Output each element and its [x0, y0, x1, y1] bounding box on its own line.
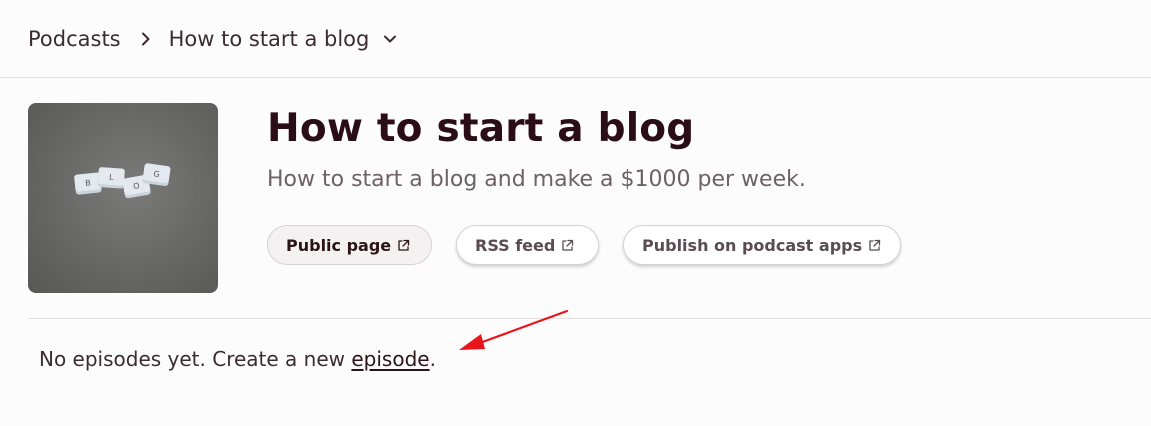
cover-tile-g: G: [153, 169, 160, 179]
publish-on-podcast-apps-label: Publish on podcast apps: [642, 235, 863, 255]
rss-feed-button[interactable]: RSS feed: [456, 225, 599, 265]
podcast-cover-image: B L O G: [28, 103, 218, 293]
external-link-icon: [397, 239, 410, 252]
chevron-down-icon[interactable]: [383, 34, 397, 44]
external-link-icon: [561, 239, 574, 252]
podcast-description: How to start a blog and make a $1000 per…: [267, 167, 806, 192]
create-episode-link[interactable]: episode: [351, 347, 429, 371]
empty-episodes-suffix: .: [429, 347, 436, 371]
breadcrumb-bar: Podcasts How to start a blog: [0, 0, 1151, 78]
rss-feed-label: RSS feed: [475, 235, 556, 255]
empty-episodes-message: No episodes yet. Create a new episode.: [39, 347, 436, 371]
breadcrumb-current-podcast[interactable]: How to start a blog: [169, 27, 398, 51]
publish-on-podcast-apps-button[interactable]: Publish on podcast apps: [623, 225, 901, 265]
breadcrumb-current-label: How to start a blog: [168, 26, 370, 51]
chevron-right-icon: [141, 32, 151, 46]
external-link-icon: [868, 239, 881, 252]
public-page-label: Public page: [286, 235, 392, 255]
red-arrow-annotation-icon: [459, 309, 569, 350]
podcast-actions: Public page RSS feed Publish on podcast …: [267, 225, 901, 265]
cover-tile-b: B: [85, 178, 91, 188]
public-page-button[interactable]: Public page: [267, 225, 432, 265]
empty-episodes-prefix: No episodes yet. Create a new: [39, 347, 352, 371]
section-divider: [28, 318, 1151, 319]
breadcrumb-podcasts-link[interactable]: Podcasts: [28, 27, 121, 51]
podcast-title: How to start a blog: [267, 106, 695, 151]
